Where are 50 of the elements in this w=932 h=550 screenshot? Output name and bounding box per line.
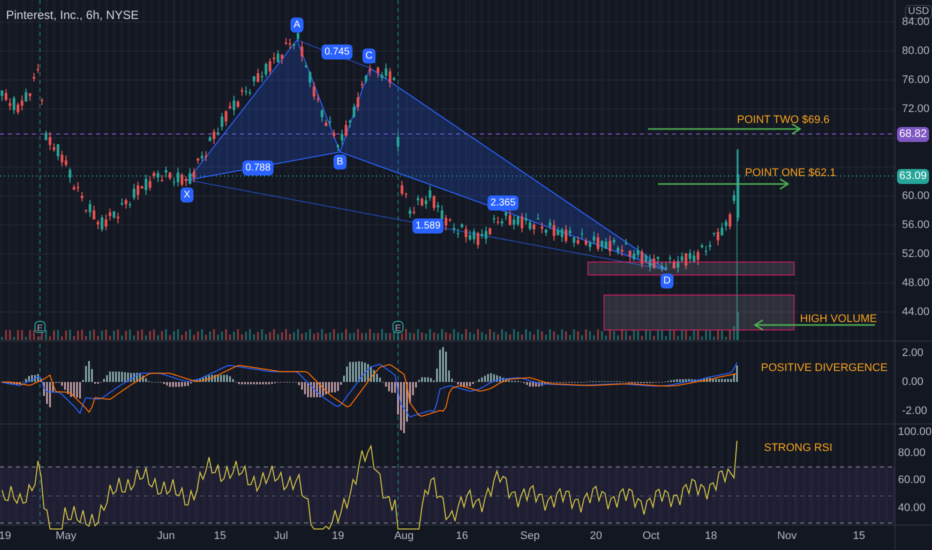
axis-label: 48.00 xyxy=(902,277,930,289)
ratio-label: 1.589 xyxy=(412,218,444,234)
time-label: 15 xyxy=(214,530,226,543)
time-label: 19 xyxy=(332,530,344,543)
axis-label: 40.00 xyxy=(898,502,926,514)
time-label: May xyxy=(56,530,76,543)
axis-label: 80.00 xyxy=(898,447,926,459)
axis-label: 44.00 xyxy=(902,306,930,318)
axis-label: 72.00 xyxy=(902,103,930,115)
axis-label: 52.00 xyxy=(902,248,930,260)
time-label: Jun xyxy=(157,530,175,543)
time-label: Sep xyxy=(520,530,540,543)
price-tag: 63.09 xyxy=(897,169,929,184)
pattern-point-label: B xyxy=(334,154,346,170)
time-label: Oct xyxy=(642,530,660,543)
ratio-label: 0.745 xyxy=(321,44,353,60)
annotation-text: POINT ONE $62.1 xyxy=(745,167,836,180)
time-label: 18 xyxy=(704,530,718,543)
axis-label: -2.00 xyxy=(902,405,928,417)
axis-label: 56.00 xyxy=(902,219,930,231)
axis-label: 84.00 xyxy=(902,16,930,28)
annotation-text: STRONG RSI xyxy=(764,442,832,455)
axis-label: 0.00 xyxy=(902,376,924,388)
annotation-text: POSITIVE DIVERGENCE xyxy=(761,362,888,375)
axis-label: 76.00 xyxy=(902,74,930,86)
chart-title: Pinterest, Inc., 6h, NYSE xyxy=(6,7,139,24)
pattern-point-label: X xyxy=(180,188,194,202)
pattern-point-label: C xyxy=(362,48,376,64)
earnings-marker: E xyxy=(34,321,46,333)
axis-label: 60.00 xyxy=(898,474,926,486)
time-label: 16 xyxy=(456,530,468,543)
time-label: Nov xyxy=(777,530,797,543)
ratio-label: 2.365 xyxy=(487,196,519,210)
time-label: 20 xyxy=(590,530,602,543)
time-label: Jul xyxy=(274,530,288,543)
axis-label: 2.00 xyxy=(902,347,924,359)
time-label: 19 xyxy=(0,530,12,543)
currency-label: USD xyxy=(905,5,932,19)
pattern-point-label: A xyxy=(290,18,304,32)
price-tag: 68.82 xyxy=(897,127,929,142)
axis-label: 80.00 xyxy=(902,45,930,57)
ratio-label: 0.788 xyxy=(242,160,274,176)
annotation-text: POINT TWO $69.6 xyxy=(737,114,830,127)
axis-label: 100.00 xyxy=(898,426,932,438)
time-label: 15 xyxy=(852,530,866,543)
axis-label: 60.00 xyxy=(902,190,930,202)
pattern-point-label: D xyxy=(660,274,674,288)
time-label: Aug xyxy=(394,530,414,543)
earnings-marker: E xyxy=(392,321,404,333)
annotation-text: HIGH VOLUME xyxy=(800,313,878,326)
